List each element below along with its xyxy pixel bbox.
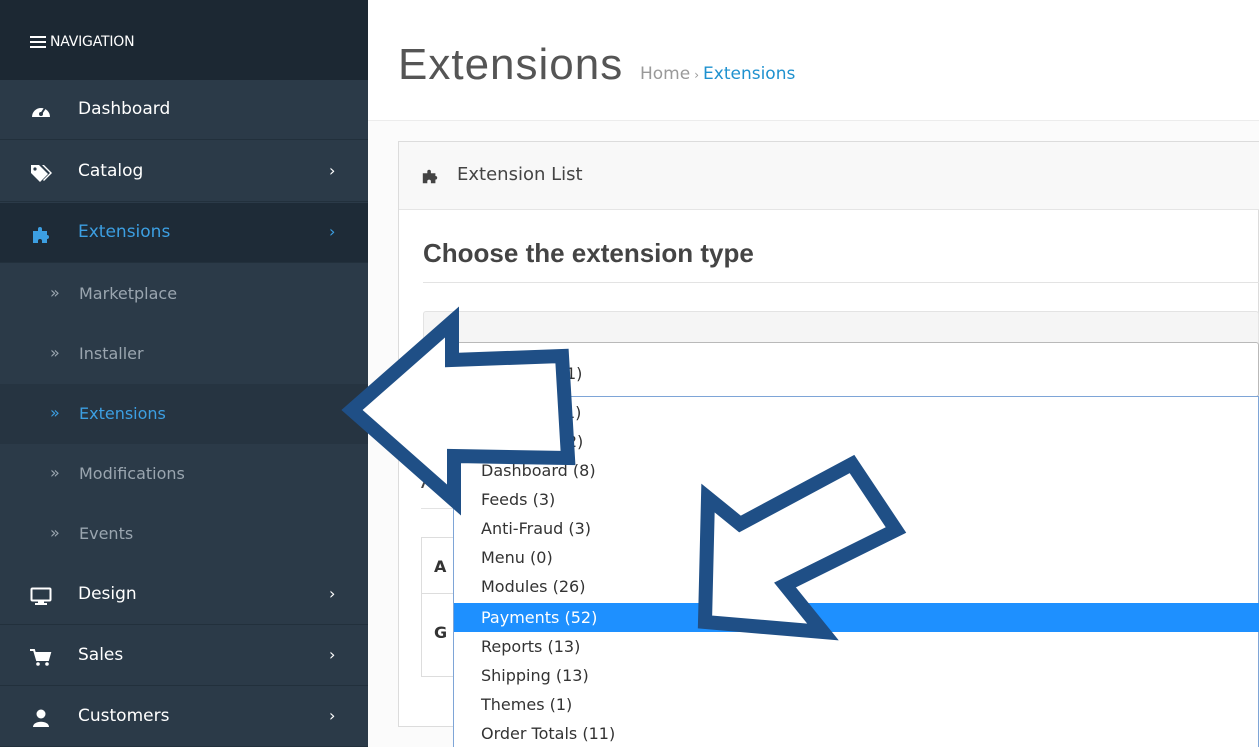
submenu-item-label: Marketplace — [79, 284, 178, 303]
page-title: Extensions — [398, 40, 624, 89]
breadcrumb-separator: › — [694, 68, 700, 82]
option-label: Analytics (1) — [481, 403, 582, 422]
cart-icon — [30, 649, 52, 666]
chevron-right-icon: › — [329, 645, 336, 664]
option-label: Themes (1) — [481, 695, 573, 714]
heading-divider — [423, 282, 1259, 283]
chevron-right-icon: › — [329, 222, 336, 241]
breadcrumb: Home › Extensions — [640, 64, 795, 84]
user-icon — [33, 709, 49, 727]
sidebar-item-sales[interactable]: Sales › — [0, 626, 368, 686]
submenu-item-extensions[interactable]: » Extensions — [0, 384, 368, 444]
sidebar-item-label: Customers — [78, 706, 170, 726]
sidebar-item-label: Catalog — [78, 161, 144, 181]
submenu-item-label: Extensions — [79, 404, 166, 423]
option-label: Reports (13) — [481, 637, 581, 656]
chevron-right-icon: › — [329, 161, 336, 180]
option-label: Payments (52) — [481, 608, 598, 627]
puzzle-icon — [33, 227, 49, 243]
nav-header-title: NAVIGATION — [50, 34, 135, 50]
sidebar-item-catalog[interactable]: Catalog › — [0, 142, 368, 202]
dropdown-option-captchas[interactable]: Captchas (2) — [454, 427, 1259, 456]
sidebar: NAVIGATION Dashboard Catalog › Extension… — [0, 0, 368, 747]
dropdown-option-dashboard[interactable]: Dashboard (8) — [454, 456, 1259, 485]
sidebar-item-label: Design — [78, 584, 137, 604]
dashboard-icon — [32, 107, 50, 117]
dropdown-option-analytics[interactable]: Analytics (1) — [454, 398, 1259, 427]
dropdown-option-menu[interactable]: Menu (0) — [454, 543, 1259, 572]
submenu-item-modifications[interactable]: » Modifications — [0, 444, 368, 504]
submenu-item-label: Installer — [79, 344, 144, 363]
sidebar-item-label: Extensions — [78, 222, 171, 242]
section-heading-partial: A — [421, 468, 436, 493]
submenu-item-marketplace[interactable]: » Marketplace — [0, 264, 368, 324]
puzzle-icon — [422, 169, 438, 184]
extension-type-select[interactable]: Analytics (1) — [453, 342, 1259, 397]
dropdown-option-themes[interactable]: Themes (1) — [454, 690, 1259, 719]
desktop-icon — [30, 587, 52, 605]
bullet-icon: » — [50, 463, 60, 482]
bullet-icon: » — [50, 523, 60, 542]
nav-header[interactable]: NAVIGATION — [0, 0, 368, 80]
sidebar-item-customers[interactable]: Customers › — [0, 687, 368, 747]
chevron-right-icon: › — [329, 706, 336, 725]
option-label: Dashboard (8) — [481, 461, 596, 480]
option-label: Menu (0) — [481, 548, 553, 567]
option-label: Feeds (3) — [481, 490, 556, 509]
tags-icon — [31, 165, 52, 182]
chevron-right-icon: › — [329, 584, 336, 603]
bullet-icon: » — [50, 403, 60, 422]
option-label: Order Totals (11) — [481, 724, 616, 743]
option-label: Anti-Fraud (3) — [481, 519, 592, 538]
panel-title: Extension List — [457, 164, 583, 185]
hamburger-icon[interactable] — [30, 36, 46, 48]
submenu-item-events[interactable]: » Events — [0, 504, 368, 564]
choose-type-heading: Choose the extension type — [423, 238, 754, 268]
dropdown-option-payments[interactable]: Payments (52) — [454, 603, 1259, 632]
dropdown-option-anti-fraud[interactable]: Anti-Fraud (3) — [454, 514, 1259, 543]
table-cell: G — [434, 623, 448, 642]
extension-type-dropdown[interactable]: Analytics (1) Captchas (2) Dashboard (8)… — [453, 396, 1259, 747]
dropdown-option-order-totals[interactable]: Order Totals (11) — [454, 719, 1259, 747]
dropdown-option-shipping[interactable]: Shipping (13) — [454, 661, 1259, 690]
breadcrumb-home-link[interactable]: Home — [640, 64, 690, 84]
bullet-icon: » — [50, 283, 60, 302]
bullet-icon: » — [50, 343, 60, 362]
select-current-value: Analytics (1) — [482, 364, 583, 383]
table-header-cell: A — [434, 557, 447, 576]
option-label: Modules (26) — [481, 577, 586, 596]
option-label: Shipping (13) — [481, 666, 589, 685]
option-label: Captchas (2) — [481, 432, 584, 451]
submenu-item-label: Events — [79, 524, 134, 543]
dropdown-option-modules[interactable]: Modules (26) — [454, 572, 1259, 601]
submenu-item-installer[interactable]: » Installer — [0, 324, 368, 384]
dropdown-option-feeds[interactable]: Feeds (3) — [454, 485, 1259, 514]
sidebar-item-label: Sales — [78, 645, 124, 665]
panel-heading: Extension List — [399, 142, 1259, 210]
sidebar-item-design[interactable]: Design › — [0, 565, 368, 625]
sidebar-item-label: Dashboard — [78, 99, 171, 119]
dropdown-option-reports[interactable]: Reports (13) — [454, 632, 1259, 661]
sidebar-item-extensions[interactable]: Extensions › — [0, 203, 368, 263]
sidebar-item-dashboard[interactable]: Dashboard — [0, 80, 368, 140]
submenu-item-label: Modifications — [79, 464, 185, 483]
breadcrumb-extensions-link[interactable]: Extensions — [703, 64, 795, 84]
